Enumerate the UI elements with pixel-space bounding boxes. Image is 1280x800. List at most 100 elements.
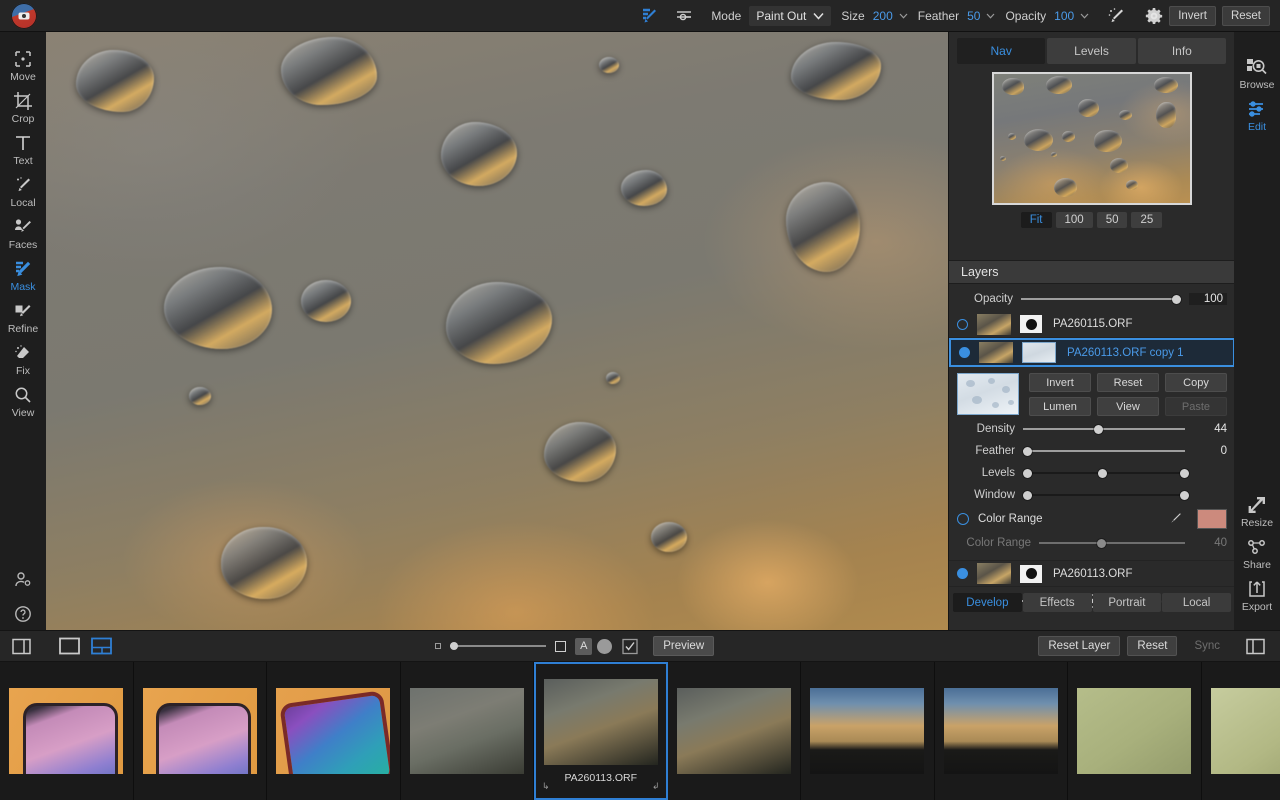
list-item[interactable] — [134, 662, 267, 800]
feather-slider[interactable] — [1023, 444, 1185, 458]
levels-slider[interactable] — [1023, 466, 1189, 480]
color-range-toggle[interactable] — [957, 513, 969, 525]
zoom-50-button[interactable]: 50 — [1096, 212, 1128, 228]
list-item[interactable] — [1068, 662, 1202, 800]
rotate-right-icon[interactable]: ↲ — [652, 781, 660, 792]
slider-knob[interactable] — [1097, 538, 1107, 548]
mask-paste-button[interactable]: Paste — [1165, 397, 1227, 416]
color-range-slider[interactable] — [1039, 536, 1185, 550]
rotate-left-icon[interactable]: ↳ — [542, 781, 550, 792]
sidebar-item-faces[interactable]: Faces — [0, 216, 46, 251]
help-button[interactable] — [0, 603, 46, 625]
mask-lumen-button[interactable]: Lumen — [1029, 397, 1091, 416]
tab-effects[interactable]: Effects — [1022, 593, 1092, 612]
invert-button[interactable]: Invert — [1169, 5, 1216, 26]
color-range-swatch[interactable] — [1197, 509, 1227, 529]
tab-levels[interactable]: Levels — [1047, 38, 1136, 64]
layer-visibility-toggle[interactable] — [957, 568, 968, 579]
reset-button[interactable]: Reset — [1221, 5, 1270, 26]
list-item[interactable] — [668, 662, 801, 800]
opacity-value[interactable]: 100 — [1189, 293, 1227, 305]
sidebar-item-resize[interactable]: Resize — [1234, 494, 1280, 529]
gear-icon[interactable] — [1145, 7, 1163, 25]
size-chevron-down-icon[interactable] — [899, 13, 908, 19]
list-item[interactable] — [1202, 662, 1280, 800]
image-canvas[interactable] — [46, 32, 948, 630]
slider-knob-high[interactable] — [1180, 468, 1189, 478]
feather-value[interactable]: 50 — [967, 9, 980, 23]
mask-brush-tool[interactable] — [637, 4, 663, 28]
window-slider[interactable] — [1023, 488, 1189, 502]
list-item[interactable] — [801, 662, 935, 800]
opacity-slider[interactable] — [1021, 292, 1181, 306]
compare-view-icon[interactable] — [91, 637, 113, 655]
tab-info[interactable]: Info — [1137, 38, 1226, 64]
filmstrip[interactable]: PA260113.ORF ↳ ↲ — [0, 662, 1280, 800]
slider-knob-high[interactable] — [1180, 490, 1189, 500]
sidebar-item-export[interactable]: Export — [1234, 578, 1280, 613]
sidebar-item-mask[interactable]: Mask — [0, 258, 46, 293]
sidebar-item-crop[interactable]: Crop — [0, 90, 46, 125]
slider-knob[interactable] — [1023, 446, 1032, 456]
tab-nav[interactable]: Nav — [957, 38, 1046, 64]
toggle-right-panel-icon[interactable] — [1246, 638, 1266, 655]
thumbnail-size-small-icon[interactable] — [435, 643, 442, 649]
sidebar-item-view[interactable]: View — [0, 384, 46, 419]
mask-reset-button[interactable]: Reset — [1097, 373, 1159, 392]
slider-knob-mid[interactable] — [1097, 468, 1107, 478]
sync-button[interactable]: Sync — [1184, 636, 1230, 656]
mode-dropdown[interactable]: Paint Out — [749, 5, 832, 26]
zoom-fit-button[interactable]: Fit — [1020, 212, 1052, 228]
layer-visibility-toggle[interactable] — [959, 347, 970, 358]
sidebar-item-refine[interactable]: Refine — [0, 300, 46, 335]
sidebar-item-move[interactable]: Move — [0, 48, 46, 83]
mask-preview-thumbnail[interactable] — [957, 373, 1019, 415]
zoom-100-button[interactable]: 100 — [1055, 212, 1093, 228]
size-value[interactable]: 200 — [873, 9, 893, 23]
feather-chevron-down-icon[interactable] — [986, 13, 995, 19]
app-logo[interactable] — [11, 2, 37, 29]
density-slider[interactable] — [1023, 422, 1185, 436]
sidebar-item-edit[interactable]: Edit — [1234, 98, 1280, 133]
mask-view-button[interactable]: View — [1097, 397, 1159, 416]
slider-knob[interactable] — [1094, 424, 1104, 434]
tab-develop[interactable]: Develop — [953, 593, 1022, 612]
opacity-value[interactable]: 100 — [1054, 9, 1074, 23]
opacity-chevron-down-icon[interactable] — [1080, 13, 1089, 19]
navigator-preview[interactable] — [991, 72, 1192, 205]
zoom-25-button[interactable]: 25 — [1131, 212, 1163, 228]
sidebar-item-browse[interactable]: Browse — [1234, 56, 1280, 91]
gradient-mask-tool[interactable] — [671, 4, 697, 28]
account-settings-button[interactable] — [0, 569, 46, 591]
eyedropper-icon[interactable] — [1167, 511, 1183, 527]
thumbnail-size-slider[interactable] — [450, 642, 547, 650]
color-label-icon[interactable] — [597, 638, 613, 654]
mask-copy-button[interactable]: Copy — [1165, 373, 1227, 392]
table-row[interactable]: PA260113.ORF — [949, 560, 1235, 587]
list-item-selected[interactable]: PA260113.ORF ↳ ↲ — [534, 662, 668, 800]
tab-local[interactable]: Local — [1162, 593, 1231, 612]
rating-label-icon[interactable]: A — [575, 637, 593, 655]
show-panel-icon[interactable] — [12, 638, 32, 655]
table-row[interactable]: PA260115.ORF — [949, 311, 1235, 338]
layer-visibility-toggle[interactable] — [957, 318, 968, 330]
tab-portrait[interactable]: Portrait — [1092, 593, 1162, 612]
magic-wand-icon[interactable] — [1103, 4, 1129, 28]
reset-layer-button[interactable]: Reset Layer — [1038, 636, 1121, 656]
slider-knob[interactable] — [450, 642, 459, 650]
list-item[interactable] — [935, 662, 1068, 800]
list-item[interactable] — [267, 662, 401, 800]
sidebar-item-local[interactable]: Local — [0, 174, 46, 209]
slider-knob-low[interactable] — [1023, 468, 1032, 478]
slider-knob[interactable] — [1172, 294, 1181, 304]
sidebar-item-fix[interactable]: Fix — [0, 342, 46, 377]
slider-knob-low[interactable] — [1023, 490, 1032, 500]
feather-value[interactable]: 0 — [1193, 445, 1227, 457]
single-view-icon[interactable] — [59, 637, 81, 655]
thumbnail-size-large-icon[interactable] — [555, 640, 567, 652]
density-value[interactable]: 44 — [1193, 423, 1227, 435]
preview-button[interactable]: Preview — [653, 636, 715, 656]
reset-button[interactable]: Reset — [1127, 636, 1178, 656]
mask-invert-button[interactable]: Invert — [1029, 373, 1091, 392]
table-row-selected[interactable]: PA260113.ORF copy 1 — [949, 338, 1235, 367]
